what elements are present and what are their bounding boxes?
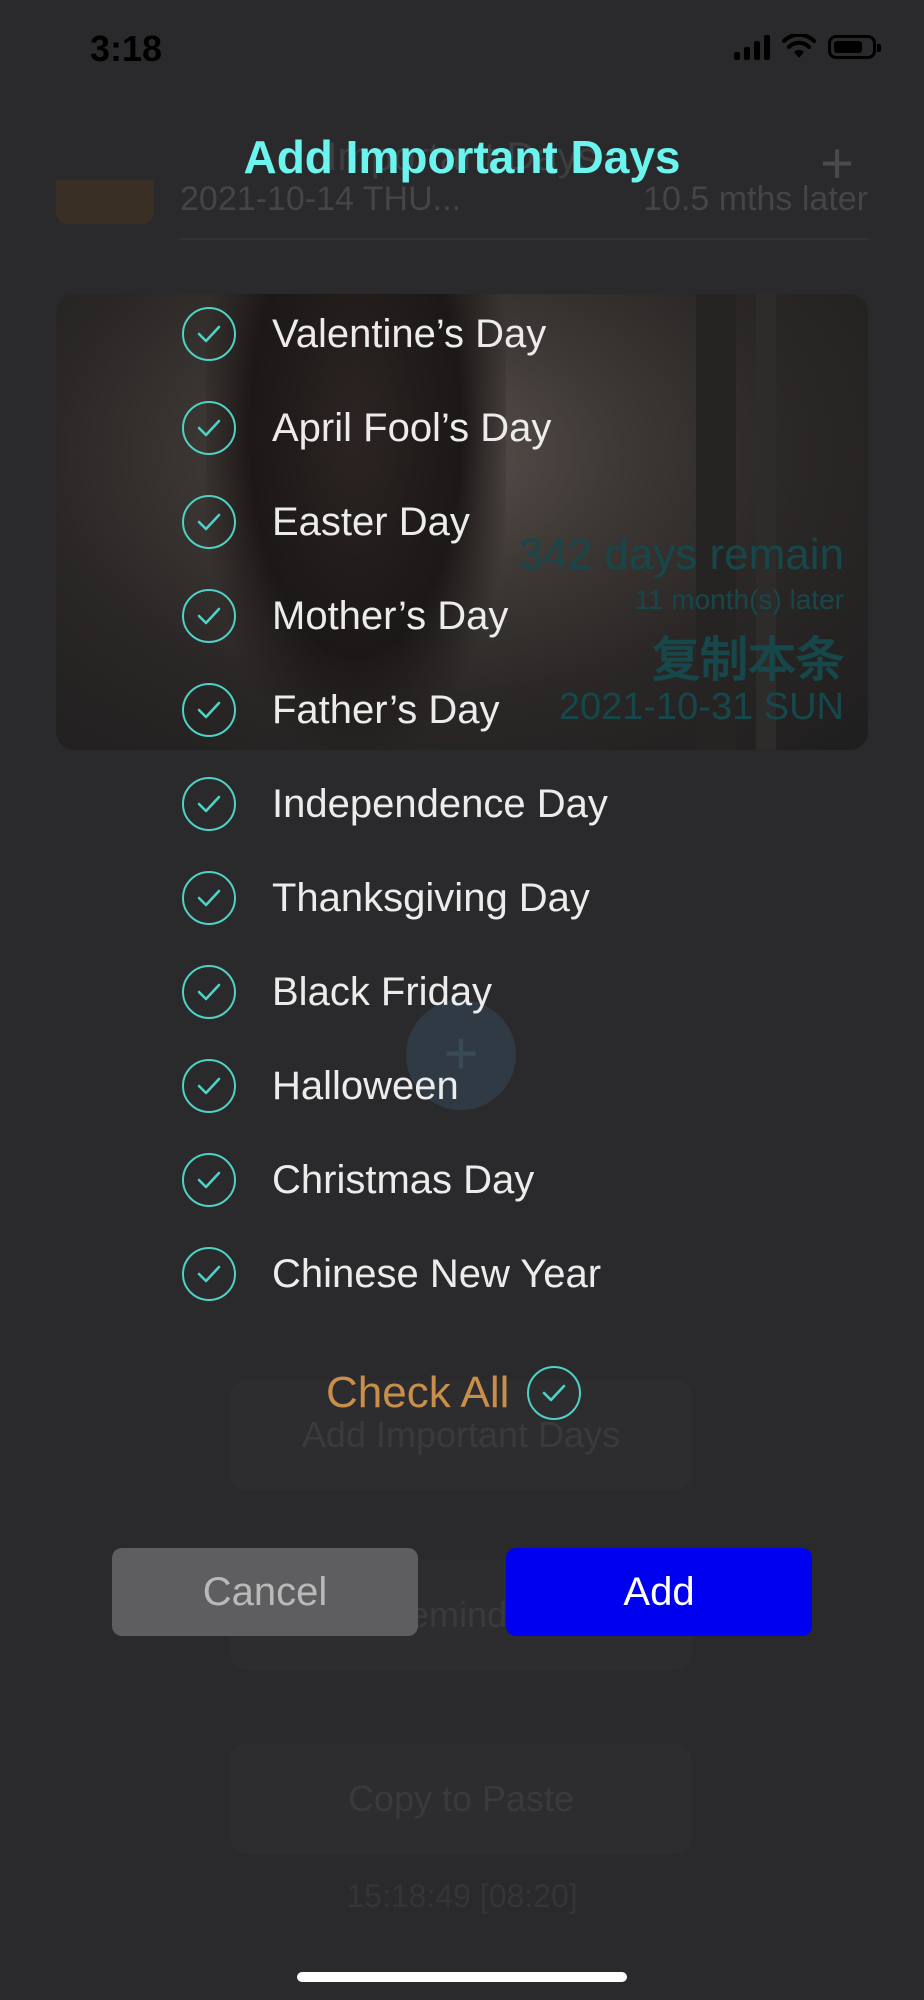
status-icons: [734, 34, 881, 60]
list-item-label: Halloween: [272, 1063, 459, 1108]
checkmark-icon[interactable]: [182, 683, 236, 737]
list-item-chinese-new-year[interactable]: Chinese New Year: [182, 1238, 742, 1310]
row-divider: [180, 238, 868, 240]
list-item-label: Thanksgiving Day: [272, 875, 590, 920]
list-item-fathers-day[interactable]: Father’s Day: [182, 674, 742, 746]
list-item-label: Valentine’s Day: [272, 311, 547, 356]
list-item-thanksgiving-day[interactable]: Thanksgiving Day: [182, 862, 742, 934]
dialog-title: Add Important Days: [243, 131, 681, 183]
list-item-label: Black Friday: [272, 969, 493, 1014]
list-item-easter-day[interactable]: Easter Day: [182, 486, 742, 558]
check-all-label: Check All: [326, 1368, 510, 1417]
row-thumbnail: [56, 180, 154, 224]
list-item-valentines-day[interactable]: Valentine’s Day: [182, 298, 742, 370]
checkmark-icon[interactable]: [182, 1247, 236, 1301]
checkmark-icon[interactable]: [182, 495, 236, 549]
checkmark-icon[interactable]: [182, 1059, 236, 1113]
checkmark-icon[interactable]: [182, 965, 236, 1019]
row-later: 10.5 mths later: [643, 180, 868, 218]
list-item-mothers-day[interactable]: Mother’s Day: [182, 580, 742, 652]
list-item-april-fools-day[interactable]: April Fool’s Day: [182, 392, 742, 464]
battery-icon: [828, 35, 881, 59]
list-item-halloween[interactable]: Halloween: [182, 1050, 742, 1122]
list-item-independence-day[interactable]: Independence Day: [182, 768, 742, 840]
list-item-label: Father’s Day: [272, 687, 500, 732]
cancel-button[interactable]: Cancel: [112, 1548, 418, 1636]
row-date: 2021-10-14 THU...: [180, 180, 461, 218]
wifi-icon: [782, 34, 816, 58]
checkmark-icon[interactable]: [182, 401, 236, 455]
list-item-label: Mother’s Day: [272, 593, 509, 638]
checkmark-icon[interactable]: [182, 871, 236, 925]
list-item-label: Easter Day: [272, 499, 470, 544]
list-item-christmas-day[interactable]: Christmas Day: [182, 1144, 742, 1216]
home-indicator[interactable]: [297, 1972, 627, 1982]
list-item-label: Chinese New Year: [272, 1251, 602, 1296]
checkmark-icon[interactable]: [182, 1153, 236, 1207]
add-button[interactable]: Add: [506, 1548, 812, 1636]
background-list-row: 2021-10-14 THU... 10.5 mths later: [56, 180, 868, 240]
list-item-label: Christmas Day: [272, 1157, 535, 1202]
list-item-black-friday[interactable]: Black Friday: [182, 956, 742, 1028]
background-copy-button: Copy to Paste: [230, 1744, 692, 1854]
checkmark-icon[interactable]: [182, 777, 236, 831]
list-item-label: April Fool’s Day: [272, 405, 552, 450]
background-timestamp: 15:18:49 [08:20]: [346, 1878, 578, 1914]
list-item-label: Independence Day: [272, 781, 608, 826]
check-all-toggle[interactable]: Check All: [326, 1366, 582, 1420]
check-all-checkmark-icon[interactable]: [527, 1366, 582, 1420]
cellular-signal-icon: [734, 34, 770, 60]
checkmark-icon[interactable]: [182, 589, 236, 643]
checkmark-icon[interactable]: [182, 307, 236, 361]
status-time: 3:18: [90, 28, 163, 69]
